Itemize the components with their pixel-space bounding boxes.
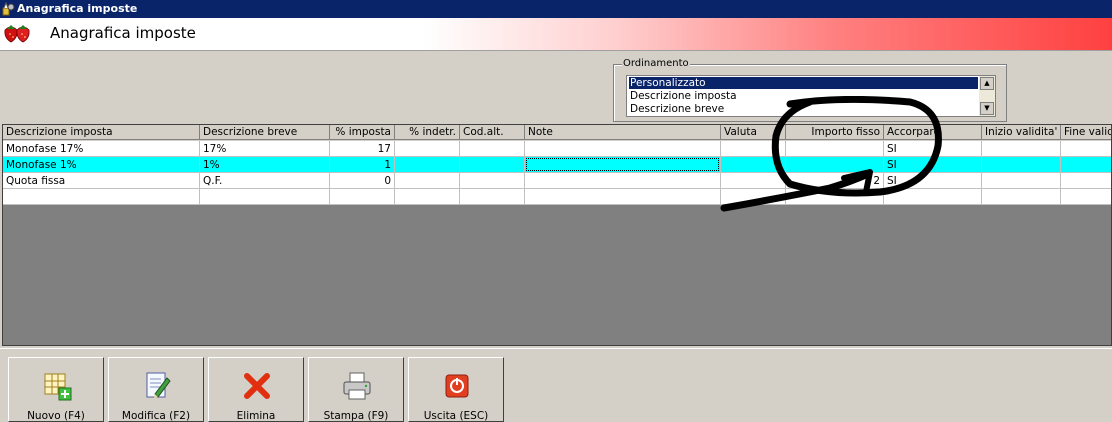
stampa-label: Stampa (F9) — [323, 410, 389, 422]
strawberry-icon — [4, 25, 30, 43]
column-header-imposta[interactable]: % imposta — [330, 125, 395, 140]
cell-empty[interactable] — [786, 189, 884, 205]
cell-descrizione[interactable]: Monofase 1% — [3, 157, 200, 173]
ordinamento-option-descrizione-imposta[interactable]: Descrizione imposta — [629, 90, 978, 102]
ordinamento-listbox[interactable]: Personalizzato Descrizione imposta Descr… — [626, 75, 996, 117]
power-exit-icon — [445, 374, 469, 398]
ordinamento-option-personalizzato[interactable]: Personalizzato — [629, 77, 978, 89]
cell-empty[interactable] — [200, 189, 330, 205]
cell-focus-rectangle — [526, 158, 719, 171]
cell-breve[interactable]: 17% — [200, 141, 330, 157]
cell-accorpare[interactable]: SI — [884, 141, 982, 157]
ordinamento-legend: Ordinamento — [622, 58, 690, 70]
cell-imposta[interactable]: 17 — [330, 141, 395, 157]
nuovo-label: Nuovo (F4) — [27, 410, 85, 422]
scroll-down-icon[interactable]: ▼ — [980, 102, 994, 115]
cell-breve[interactable]: 1% — [200, 157, 330, 173]
cell-codalt[interactable] — [460, 141, 525, 157]
cell-empty[interactable] — [330, 189, 395, 205]
edit-document-icon — [146, 372, 171, 398]
elimina-button[interactable]: Elimina — [208, 357, 304, 422]
cell-empty[interactable] — [1061, 189, 1111, 205]
column-header-accorpare[interactable]: Accorpare — [884, 125, 982, 140]
cell-importo[interactable] — [786, 157, 884, 173]
column-header-valuta[interactable]: Valuta — [721, 125, 786, 140]
printer-icon — [343, 372, 371, 400]
delete-x-icon — [244, 373, 270, 399]
window-titlebar[interactable]: Anagrafica imposte — [0, 0, 1112, 18]
table-row[interactable]: Quota fissa Q.F. 0 2 SI — [3, 173, 1111, 189]
cell-valuta[interactable] — [721, 157, 786, 173]
ordinamento-scrollbar[interactable]: ▲ ▼ — [979, 76, 995, 116]
page-title: Anagrafica imposte — [50, 24, 196, 42]
table-row[interactable]: Monofase 17% 17% 17 SI — [3, 141, 1111, 157]
cell-note[interactable] — [525, 173, 721, 189]
add-grid-icon — [44, 373, 72, 401]
cell-inizio[interactable] — [982, 157, 1061, 173]
cell-fine[interactable] — [1061, 141, 1111, 157]
column-header-indetr[interactable]: % indetr. — [395, 125, 460, 140]
ordinamento-option-descrizione-breve[interactable]: Descrizione breve — [629, 103, 978, 115]
cell-empty[interactable] — [3, 189, 200, 205]
cell-fine[interactable] — [1061, 173, 1111, 189]
column-header-codalt[interactable]: Cod.alt. — [460, 125, 525, 140]
cell-codalt[interactable] — [460, 157, 525, 173]
column-header-inizio[interactable]: Inizio validita' — [982, 125, 1061, 140]
imposte-grid[interactable]: Descrizione imposta Descrizione breve % … — [2, 124, 1112, 346]
cell-indetr[interactable] — [395, 157, 460, 173]
cell-empty[interactable] — [982, 189, 1061, 205]
ordinamento-group: Ordinamento Personalizzato Descrizione i… — [613, 58, 1007, 122]
cell-valuta[interactable] — [721, 141, 786, 157]
cell-indetr[interactable] — [395, 141, 460, 157]
cell-descrizione[interactable]: Quota fissa — [3, 173, 200, 189]
column-header-fine[interactable]: Fine validi — [1061, 125, 1111, 140]
cell-inizio[interactable] — [982, 173, 1061, 189]
cell-indetr[interactable] — [395, 173, 460, 189]
bottom-toolbar: Nuovo (F4) Modifica (F2) Elimina Stampa … — [0, 348, 1112, 422]
cell-accorpare[interactable]: SI — [884, 173, 982, 189]
cell-accorpare[interactable]: SI — [884, 157, 982, 173]
uscita-button[interactable]: Uscita (ESC) — [408, 357, 504, 422]
cell-empty[interactable] — [525, 189, 721, 205]
column-header-breve[interactable]: Descrizione breve — [200, 125, 330, 140]
cell-fine[interactable] — [1061, 157, 1111, 173]
cell-imposta[interactable]: 0 — [330, 173, 395, 189]
elimina-label: Elimina — [236, 410, 276, 422]
nuovo-button[interactable]: Nuovo (F4) — [8, 357, 104, 422]
cell-descrizione[interactable]: Monofase 17% — [3, 141, 200, 157]
page-header: Anagrafica imposte — [0, 18, 1112, 50]
cell-empty[interactable] — [460, 189, 525, 205]
scroll-up-icon[interactable]: ▲ — [980, 77, 994, 90]
column-header-importo[interactable]: Importo fisso — [786, 125, 884, 140]
app-icon — [2, 2, 15, 16]
cell-note[interactable] — [525, 141, 721, 157]
cell-importo[interactable]: 2 — [786, 173, 884, 189]
cell-valuta[interactable] — [721, 173, 786, 189]
stampa-button[interactable]: Stampa (F9) — [308, 357, 404, 422]
cell-empty[interactable] — [721, 189, 786, 205]
cell-imposta[interactable]: 1 — [330, 157, 395, 173]
modifica-label: Modifica (F2) — [121, 410, 191, 422]
modifica-button[interactable]: Modifica (F2) — [108, 357, 204, 422]
column-header-descrizione[interactable]: Descrizione imposta — [3, 125, 200, 140]
window-title: Anagrafica imposte — [17, 2, 138, 15]
cell-empty[interactable] — [395, 189, 460, 205]
cell-importo[interactable] — [786, 141, 884, 157]
cell-inizio[interactable] — [982, 141, 1061, 157]
table-row-empty[interactable] — [3, 189, 1111, 205]
grid-header: Descrizione imposta Descrizione breve % … — [3, 125, 1111, 141]
uscita-label: Uscita (ESC) — [423, 410, 489, 422]
column-header-note[interactable]: Note — [525, 125, 721, 140]
cell-codalt[interactable] — [460, 173, 525, 189]
cell-empty[interactable] — [884, 189, 982, 205]
cell-breve[interactable]: Q.F. — [200, 173, 330, 189]
